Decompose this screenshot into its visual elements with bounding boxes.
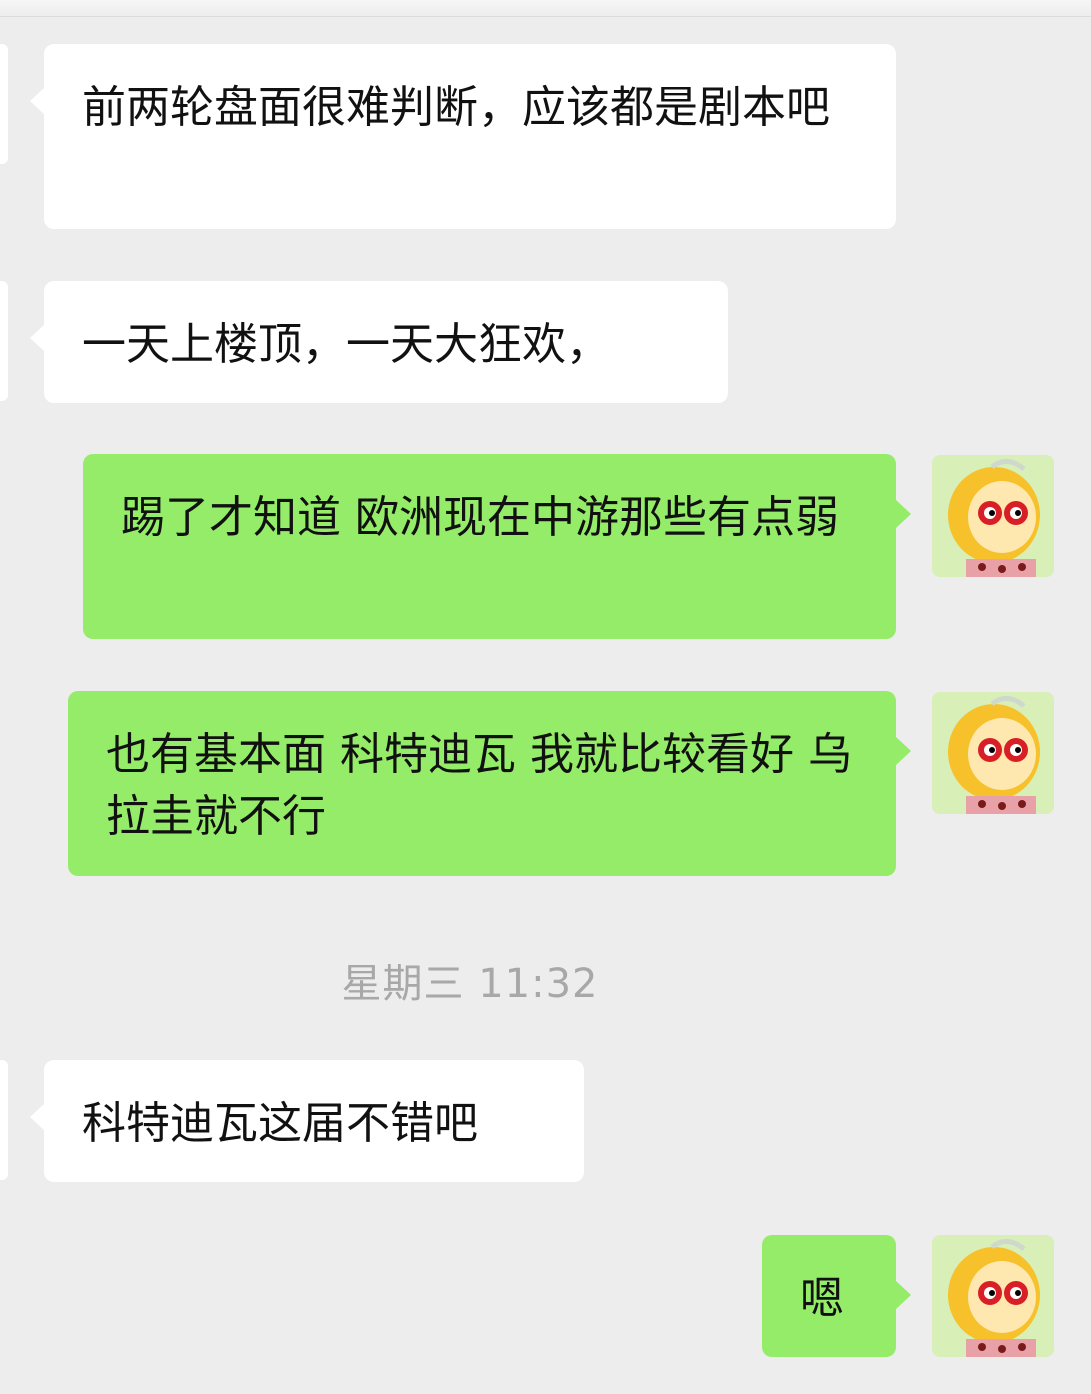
received-message-bubble[interactable]: 前两轮盘面很难判断，应该都是剧本吧	[30, 44, 896, 229]
cartoon-monkey-avatar-icon	[932, 692, 1054, 814]
self-avatar[interactable]	[932, 692, 1054, 814]
sent-message-bubble[interactable]: 也有基本面 科特迪瓦 我就比较看好 乌拉圭就不行	[68, 691, 911, 876]
peer-avatar[interactable]	[0, 44, 8, 164]
received-message-bubble[interactable]: 科特迪瓦这届不错吧	[30, 1060, 584, 1182]
peer-avatar[interactable]	[0, 1060, 8, 1180]
self-avatar[interactable]	[932, 455, 1054, 577]
cartoon-monkey-avatar-icon	[932, 455, 1054, 577]
sent-message-bubble[interactable]: 踢了才知道 欧洲现在中游那些有点弱	[83, 454, 911, 639]
top-status-strip	[0, 0, 1091, 17]
received-message-bubble[interactable]: 一天上楼顶，一天大狂欢，	[30, 281, 728, 403]
self-avatar[interactable]	[932, 1235, 1054, 1357]
cartoon-monkey-avatar-icon	[932, 1235, 1054, 1357]
peer-avatar[interactable]	[0, 281, 8, 401]
message-timestamp: 星期三 11:32	[341, 961, 599, 1007]
sent-message-bubble[interactable]: 嗯	[762, 1235, 911, 1357]
